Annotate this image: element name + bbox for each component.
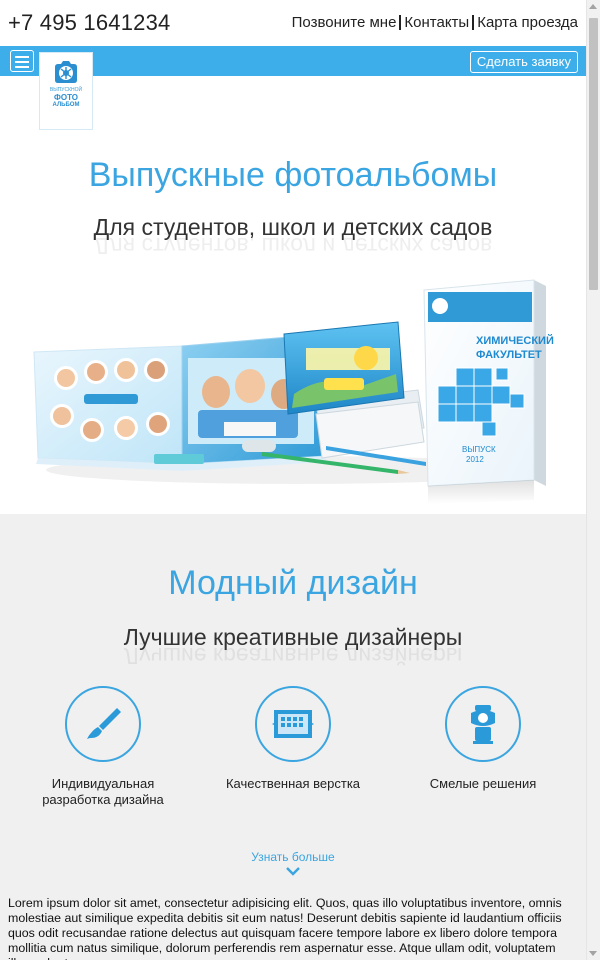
chevron-down-icon[interactable] xyxy=(286,866,300,876)
photo-albums-image: ХИМИЧЕСКИЙ ФАКУЛЬТЕТ ВЫПУСК 2012 xyxy=(33,279,554,504)
scroll-up-arrow-icon[interactable] xyxy=(589,4,597,9)
request-button[interactable]: Сделать заявку xyxy=(469,51,578,73)
feature-layout: Качественная верстка xyxy=(198,686,388,792)
link-divider xyxy=(399,15,402,30)
album-cover-year-1: ВЫПУСК xyxy=(462,445,496,454)
learn-more-link[interactable]: Узнать больше xyxy=(0,850,586,864)
feature-design: Индивидуальная разработка дизайна xyxy=(8,686,198,808)
page-scrollbar[interactable] xyxy=(586,0,600,960)
hero-title: Выпускные фотоальбомы xyxy=(88,156,498,194)
album-cover-year-2: 2012 xyxy=(466,455,484,464)
description-text: Lorem ipsum dolor sit amet, consectetur … xyxy=(8,896,562,960)
link-divider xyxy=(472,15,475,30)
layout-grid-icon xyxy=(255,686,331,762)
camera-logo-icon xyxy=(55,61,77,83)
feature-label: Индивидуальная xyxy=(51,776,155,791)
hamburger-menu-icon[interactable] xyxy=(10,50,34,72)
logo-text-2: ФОТО xyxy=(54,93,78,102)
feature-label: Качественная верстка xyxy=(225,776,361,791)
scroll-down-arrow-icon[interactable] xyxy=(589,951,597,956)
stamp-icon xyxy=(445,686,521,762)
standing-album: ХИМИЧЕСКИЙ ФАКУЛЬТЕТ ВЫПУСК 2012 xyxy=(423,279,554,504)
phone-number[interactable]: +7 495 1641234 xyxy=(8,10,170,36)
paintbrush-icon xyxy=(65,686,141,762)
feature-bold: Смелые решения xyxy=(388,686,578,792)
site-logo[interactable]: ВЫПУСКНОЙ ФОТО АЛЬБОМ xyxy=(39,52,93,130)
scrollbar-thumb[interactable] xyxy=(589,18,598,290)
hero-subtitle-reflection: Для студентов, школ и детских садов xyxy=(93,233,493,259)
hero-section: Выпускные фотоальбомы Для студентов, шко… xyxy=(0,76,586,514)
features-title: Модный дизайн xyxy=(168,564,418,602)
album-cover-title-1: ХИМИЧЕСКИЙ xyxy=(476,334,554,347)
top-bar: +7 495 1641234 Позвоните мне Контакты Ка… xyxy=(0,0,586,46)
logo-text-3: АЛЬБОМ xyxy=(52,102,80,108)
feature-label: Смелые решения xyxy=(429,776,537,791)
album-cover-title-2: ФАКУЛЬТЕТ xyxy=(476,349,542,361)
top-links: Позвоните мне Контакты Карта проезда xyxy=(292,14,578,31)
features-subtitle-reflection: Лучшие креативные дизайнеры xyxy=(123,643,463,669)
features-section: Модный дизайн Лучшие креативные дизайнер… xyxy=(0,514,586,960)
feature-label: разработка дизайна xyxy=(42,792,164,807)
open-album xyxy=(33,333,327,471)
contacts-link[interactable]: Контакты xyxy=(404,14,469,31)
callback-link[interactable]: Позвоните мне xyxy=(292,14,397,31)
map-link[interactable]: Карта проезда xyxy=(477,14,578,31)
